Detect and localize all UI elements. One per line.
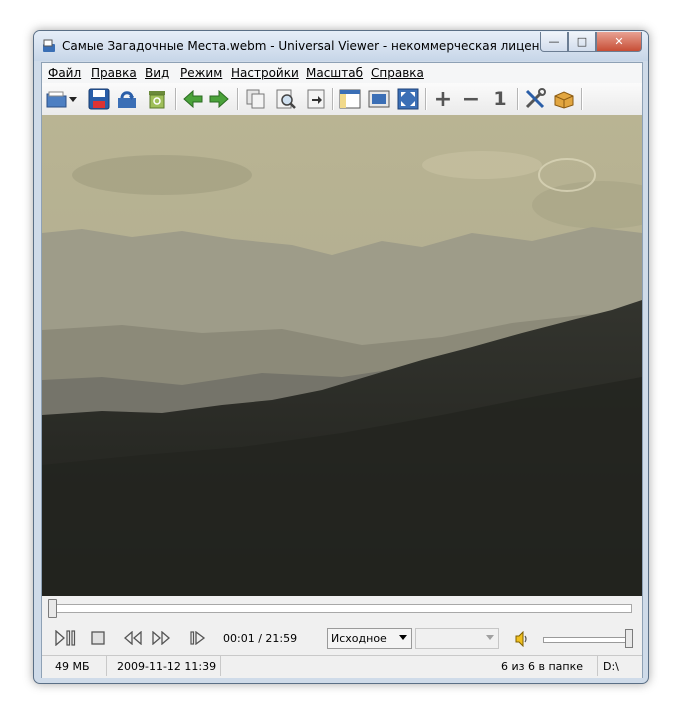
toolbar-separator	[332, 88, 334, 110]
menu-bar: Файл Правка Вид Режим Настройки Масштаб …	[42, 63, 642, 83]
find-button[interactable]	[274, 87, 298, 111]
rename-button[interactable]	[115, 87, 139, 111]
close-button[interactable]: ✕	[596, 32, 642, 52]
copy-button[interactable]	[244, 87, 268, 111]
save-icon	[88, 88, 110, 110]
status-date-cell: 2009-11-12 11:39	[106, 656, 221, 676]
fit-screen-icon	[397, 88, 419, 110]
fast-forward-icon	[152, 631, 170, 645]
player-controls: 00:01 / 21:59 Исходное	[42, 620, 642, 654]
next-frame-icon	[190, 631, 206, 645]
export-icon	[307, 89, 325, 109]
status-size-cell: 49 МБ	[42, 656, 107, 676]
track-select[interactable]	[415, 628, 499, 649]
maximize-button[interactable]: □	[568, 32, 596, 52]
toolbar: + − 1	[42, 83, 642, 116]
play-pause-icon	[55, 630, 76, 646]
zoom-out-button[interactable]: −	[459, 86, 483, 112]
chevron-down-icon	[399, 635, 407, 640]
video-frame[interactable]	[42, 115, 642, 596]
copy-icon	[246, 89, 265, 109]
fullscreen-window-icon	[368, 90, 390, 108]
speaker-icon[interactable]	[514, 631, 530, 647]
stop-icon	[91, 631, 105, 645]
time-display: 00:01 / 21:59	[223, 632, 298, 645]
status-file-date: 2009-11-12 11:39	[117, 660, 217, 673]
rename-icon	[118, 91, 136, 108]
menu-help[interactable]: Справка	[371, 66, 424, 80]
status-position-cell: 6 из 6 в папке	[220, 656, 598, 676]
minimize-icon: —	[548, 35, 560, 48]
play-pause-button[interactable]	[54, 628, 76, 648]
arrow-right-icon	[209, 90, 229, 108]
open-button[interactable]	[45, 87, 69, 111]
arrow-left-icon	[183, 90, 203, 108]
dropdown-arrow-icon	[69, 96, 77, 102]
zoom-original-button[interactable]: 1	[488, 87, 512, 111]
toolbar-separator	[581, 88, 583, 110]
seek-thumb[interactable]	[48, 599, 57, 618]
fast-forward-button[interactable]	[150, 628, 172, 648]
fit-screen-button[interactable]	[396, 87, 420, 111]
zoom-in-icon: +	[433, 86, 453, 112]
stop-button[interactable]	[87, 628, 109, 648]
open-folder-icon	[46, 91, 67, 108]
next-frame-button[interactable]	[188, 628, 210, 648]
menu-settings[interactable]: Настройки	[231, 66, 299, 80]
menu-view[interactable]: Вид	[145, 66, 169, 80]
panel-button[interactable]	[338, 87, 362, 111]
previous-file-button[interactable]	[181, 87, 205, 111]
video-image	[42, 115, 642, 596]
zoom-in-button[interactable]: +	[431, 86, 455, 112]
volume-slider[interactable]	[543, 637, 631, 643]
seek-area	[42, 596, 642, 620]
app-window: Самые Загадочные Места.webm - Universal …	[33, 30, 649, 684]
plugins-button[interactable]	[552, 87, 576, 111]
status-folder-position: 6 из 6 в папке	[500, 660, 583, 673]
recycle-bin-icon	[149, 91, 165, 109]
settings-button[interactable]	[523, 87, 547, 111]
menu-file[interactable]: Файл	[48, 66, 81, 80]
chevron-down-icon	[486, 635, 494, 640]
title-bar[interactable]: Самые Загадочные Места.webm - Universal …	[34, 31, 648, 61]
menu-edit[interactable]: Правка	[91, 66, 137, 80]
seek-bar[interactable]	[52, 604, 632, 613]
panel-icon	[339, 89, 361, 109]
fullscreen-window-button[interactable]	[367, 87, 391, 111]
status-file-path: D:\	[603, 660, 619, 673]
close-icon: ✕	[614, 35, 624, 48]
next-file-button[interactable]	[207, 87, 231, 111]
client-area: Файл Правка Вид Режим Настройки Масштаб …	[41, 62, 643, 678]
export-button[interactable]	[304, 87, 328, 111]
zoom-original-icon: 1	[493, 88, 507, 110]
window-title: Самые Загадочные Места.webm - Universal …	[62, 39, 561, 53]
minimize-button[interactable]: —	[540, 32, 568, 52]
save-button[interactable]	[87, 87, 111, 111]
status-bar: 49 МБ 2009-11-12 11:39 6 из 6 в папке D:…	[42, 655, 642, 678]
delete-button[interactable]	[145, 87, 169, 111]
status-file-size: 49 МБ	[55, 660, 90, 673]
app-icon	[43, 39, 55, 52]
find-icon	[276, 89, 296, 109]
toolbar-separator	[517, 88, 519, 110]
settings-tools-icon	[525, 88, 546, 109]
open-dropdown-button[interactable]	[67, 87, 79, 111]
volume-thumb[interactable]	[625, 629, 633, 648]
plugins-box-icon	[554, 91, 574, 109]
menu-mode[interactable]: Режим	[180, 66, 222, 80]
rewind-button[interactable]	[122, 628, 144, 648]
rewind-icon	[124, 631, 142, 645]
toolbar-separator	[175, 88, 177, 110]
menu-zoom[interactable]: Масштаб	[306, 66, 363, 80]
toolbar-separator	[237, 88, 239, 110]
maximize-icon: □	[576, 35, 588, 48]
aspect-select[interactable]: Исходное	[327, 628, 412, 649]
status-path-cell: D:\	[597, 656, 642, 676]
zoom-out-icon: −	[461, 86, 481, 112]
toolbar-separator	[425, 88, 427, 110]
aspect-select-value: Исходное	[331, 632, 387, 645]
